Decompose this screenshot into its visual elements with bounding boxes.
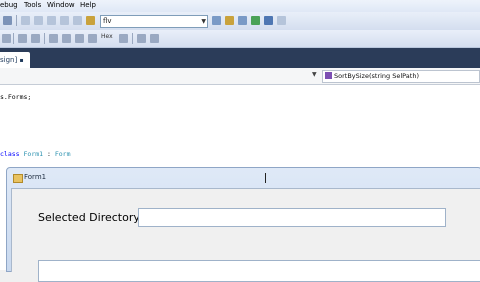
comment-icon[interactable] <box>137 34 146 43</box>
files-listbox[interactable] <box>38 260 480 282</box>
navigate-forward-icon[interactable] <box>73 16 82 25</box>
form-title: Form1 <box>24 173 47 181</box>
find-combo[interactable]: flv ▼ <box>100 15 208 28</box>
start-page-icon[interactable] <box>264 16 273 25</box>
method-icon <box>325 72 332 79</box>
menu-bar: ebug Tools Window Help <box>0 0 480 12</box>
redo-icon[interactable] <box>47 16 56 25</box>
watch-icon[interactable] <box>75 34 84 43</box>
navigate-backward-icon[interactable] <box>60 16 69 25</box>
form-icon <box>13 174 23 183</box>
document-tab-strip: sign] ▪ <box>0 48 480 68</box>
base-type: Form <box>54 150 71 158</box>
selected-directory-textbox[interactable] <box>138 208 446 227</box>
step-into-icon[interactable] <box>18 34 27 43</box>
member-dropdown-value: SortBySize(string SelPath) <box>334 72 419 80</box>
properties-icon[interactable] <box>225 16 234 25</box>
save-all-icon[interactable] <box>3 16 12 25</box>
keyword-class: class <box>0 150 20 158</box>
find-combo-value: flv <box>103 17 112 25</box>
hex-button[interactable]: Hex <box>101 33 113 40</box>
code-line-class: class Form1 : Form <box>0 150 71 158</box>
indent-icon[interactable] <box>2 34 11 43</box>
step-over-icon[interactable] <box>31 34 40 43</box>
member-dropdown[interactable]: SortBySize(string SelPath) <box>322 70 480 83</box>
object-browser-icon[interactable] <box>238 16 247 25</box>
form-designer-window[interactable]: Form1 Selected Directory: <box>6 167 480 282</box>
menu-window[interactable]: Window <box>47 1 75 9</box>
form-title-bar[interactable]: Form1 <box>7 168 480 188</box>
standard-toolbar: flv ▼ <box>0 12 480 31</box>
toolbar-separator <box>16 15 17 26</box>
uncomment-icon[interactable] <box>150 34 159 43</box>
tab-form1-design[interactable]: sign] ▪ <box>0 52 30 68</box>
toolbar-separator <box>44 33 45 44</box>
menu-help[interactable]: Help <box>80 1 96 9</box>
form-client-area: Selected Directory: <box>11 188 480 282</box>
step-out-icon[interactable] <box>49 34 58 43</box>
type-name: Form1 <box>23 150 44 158</box>
inherits-separator: : <box>47 150 51 158</box>
threads-icon[interactable] <box>119 34 128 43</box>
navigation-bar: ▼ SortBySize(string SelPath) <box>0 68 480 85</box>
lock-icon: ▪ <box>19 57 24 64</box>
toolbar-separator <box>13 33 14 44</box>
find-in-files-icon[interactable] <box>212 16 221 25</box>
editor-toolbar: Hex <box>0 30 480 48</box>
breakpoint-icon[interactable] <box>62 34 71 43</box>
locals-icon[interactable] <box>88 34 97 43</box>
chevron-down-icon[interactable]: ▼ <box>199 16 206 27</box>
options-icon[interactable] <box>277 16 286 25</box>
code-line-using: s.Forms; <box>0 93 32 101</box>
toolbar-separator <box>132 33 133 44</box>
text-cursor-icon <box>265 173 266 183</box>
find-icon[interactable] <box>86 16 95 25</box>
chevron-down-icon[interactable]: ▼ <box>312 71 317 78</box>
tab-label: sign] <box>0 56 18 64</box>
menu-tools[interactable]: Tools <box>24 1 41 9</box>
menu-debug[interactable]: ebug <box>0 1 18 9</box>
undo-icon[interactable] <box>34 16 43 25</box>
selected-directory-label: Selected Directory: <box>38 211 143 224</box>
toolbox-icon[interactable] <box>251 16 260 25</box>
cut-icon[interactable] <box>21 16 30 25</box>
